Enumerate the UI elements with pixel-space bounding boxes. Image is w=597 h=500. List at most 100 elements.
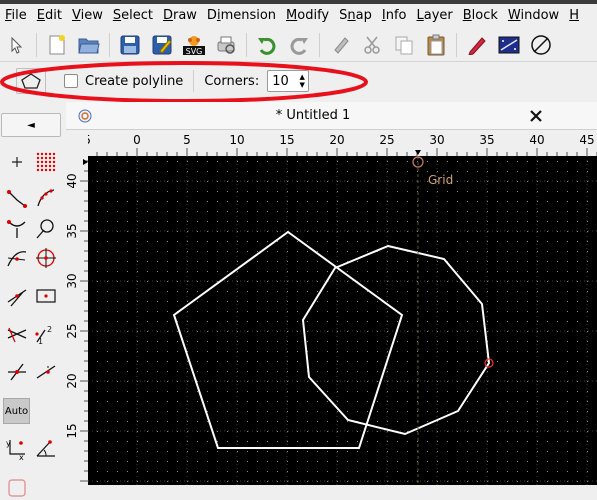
spin-up-icon[interactable]: ▲ bbox=[300, 73, 305, 81]
svg-text:x: x bbox=[19, 453, 24, 460]
arc-tool-icon[interactable] bbox=[32, 184, 60, 212]
corners-spinbox[interactable]: 10 ▲ ▼ bbox=[267, 70, 310, 92]
ruler-position-marker bbox=[415, 150, 421, 155]
copy-icon[interactable] bbox=[391, 32, 417, 58]
top-ruler: 5 0 5 10 15 20 25 30 35 40 45 bbox=[83, 130, 597, 156]
partial-tool-icon[interactable] bbox=[3, 472, 31, 500]
top-ruler-label: 40 bbox=[529, 133, 544, 147]
grid-snap-label: Grid bbox=[428, 173, 453, 187]
menu-edit[interactable]: Edit bbox=[32, 4, 67, 28]
numbered-points-tool-icon[interactable]: 21 bbox=[32, 320, 60, 348]
top-ruler-label: 20 bbox=[329, 133, 344, 147]
eraser-icon[interactable] bbox=[327, 32, 353, 58]
open-folder-icon[interactable] bbox=[76, 32, 102, 58]
svg-text:1: 1 bbox=[38, 337, 43, 346]
auto-snap-button[interactable]: Auto bbox=[3, 398, 30, 424]
grid-toggle-icon[interactable] bbox=[496, 32, 522, 58]
menu-view[interactable]: View bbox=[67, 4, 108, 28]
top-ruler-label: 25 bbox=[379, 133, 394, 147]
save-as-icon[interactable] bbox=[149, 32, 175, 58]
back-arrow-icon: ◄ bbox=[27, 119, 35, 131]
spline-tool-icon[interactable] bbox=[3, 214, 31, 242]
redo-icon[interactable] bbox=[286, 32, 312, 58]
menu-snap[interactable]: Snap bbox=[334, 4, 377, 28]
top-ruler-label: 0 bbox=[133, 133, 141, 147]
menu-info[interactable]: Info bbox=[377, 4, 412, 28]
rectangle-tool-icon[interactable] bbox=[32, 282, 60, 310]
modify-line-tool-icon[interactable] bbox=[3, 282, 31, 310]
left-ruler-label: 40 bbox=[66, 173, 79, 188]
corners-label: Corners: bbox=[204, 73, 260, 89]
left-ruler-label: 35 bbox=[66, 223, 79, 238]
toolbar-separator bbox=[109, 32, 110, 57]
top-ruler-label: 5 bbox=[88, 133, 91, 147]
left-ruler-label: 30 bbox=[66, 273, 79, 288]
new-file-icon[interactable] bbox=[44, 32, 70, 58]
toolbar-separator bbox=[456, 32, 457, 57]
menu-modify[interactable]: Modify bbox=[281, 4, 334, 28]
menu-dimension[interactable]: Dimension bbox=[202, 4, 281, 28]
menu-draw[interactable]: Draw bbox=[158, 4, 202, 28]
left-toolbar: ◄ 21 Auto yx bbox=[0, 104, 64, 497]
point-grid-tool-icon[interactable] bbox=[32, 148, 60, 176]
menu-block[interactable]: Block bbox=[458, 4, 503, 28]
point-tool-icon[interactable] bbox=[3, 148, 31, 176]
svg-text:SVG: SVG bbox=[186, 47, 203, 56]
perpendicular-tool-icon[interactable] bbox=[32, 358, 60, 386]
top-ruler-label: 5 bbox=[183, 133, 191, 147]
toolbar-separator bbox=[36, 32, 37, 57]
decagon-shape[interactable] bbox=[301, 244, 491, 436]
polar-angle-tool-icon[interactable] bbox=[32, 434, 60, 462]
menu-layer[interactable]: Layer bbox=[411, 4, 457, 28]
save-icon[interactable] bbox=[117, 32, 143, 58]
cut-icon[interactable] bbox=[359, 32, 385, 58]
tool-options-bar: Create polyline Corners: 10 ▲ ▼ bbox=[0, 63, 597, 99]
undo-icon[interactable] bbox=[254, 32, 280, 58]
menu-file[interactable]: File bbox=[0, 4, 32, 28]
document-title: * Untitled 1 bbox=[275, 108, 351, 123]
paste-icon[interactable] bbox=[423, 32, 449, 58]
circle-slash-icon[interactable] bbox=[528, 32, 554, 58]
menu-window[interactable]: Window bbox=[503, 4, 564, 28]
top-ruler-label: 10 bbox=[229, 133, 244, 147]
left-ruler-label: 20 bbox=[66, 373, 79, 388]
create-polyline-label: Create polyline bbox=[85, 73, 184, 89]
left-ruler-label: 15 bbox=[66, 423, 79, 438]
toolbar-separator bbox=[319, 32, 320, 57]
menu-h[interactable]: H bbox=[564, 4, 584, 28]
svg-export-icon[interactable]: SVG bbox=[181, 32, 207, 58]
pentagon-shape[interactable] bbox=[172, 230, 404, 449]
top-ruler-label: 15 bbox=[279, 133, 294, 147]
select-arrow-icon[interactable] bbox=[3, 32, 29, 58]
left-ruler-label: 25 bbox=[66, 323, 79, 338]
intersection-tool-icon[interactable] bbox=[3, 358, 31, 386]
top-ruler-label: 45 bbox=[579, 133, 594, 147]
line-tool-icon[interactable] bbox=[3, 184, 31, 212]
polygon-tool-icon[interactable] bbox=[16, 68, 46, 94]
svg-text:y: y bbox=[6, 439, 11, 448]
top-ruler-label: 35 bbox=[479, 133, 494, 147]
create-polyline-checkbox[interactable] bbox=[64, 74, 78, 88]
close-document-icon[interactable] bbox=[528, 108, 544, 124]
main-toolbar: SVG bbox=[0, 28, 597, 62]
menu-bar: File Edit View Select Draw Dimension Modify Sna… bbox=[0, 4, 597, 28]
pen-icon[interactable] bbox=[464, 32, 490, 58]
menu-select[interactable]: Select bbox=[108, 4, 158, 28]
svg-text:2: 2 bbox=[47, 325, 52, 334]
trim-tool-icon[interactable] bbox=[3, 320, 31, 348]
back-button[interactable]: ◄ bbox=[1, 113, 61, 137]
spinbox-arrows[interactable]: ▲ ▼ bbox=[296, 71, 308, 91]
circle-center-tool-icon[interactable] bbox=[32, 244, 60, 272]
print-preview-icon[interactable] bbox=[213, 32, 239, 58]
relative-xy-tool-icon[interactable]: yx bbox=[3, 434, 31, 462]
circle-tangent-tool-icon[interactable] bbox=[32, 214, 60, 242]
spin-down-icon[interactable]: ▼ bbox=[300, 81, 305, 89]
options-separator bbox=[193, 70, 195, 92]
left-ruler: 40 35 30 25 20 15 bbox=[65, 156, 88, 485]
drawing-canvas[interactable]: Grid bbox=[88, 156, 597, 485]
top-ruler-label: 30 bbox=[429, 133, 444, 147]
curve-tool-icon[interactable] bbox=[3, 244, 31, 272]
auto-snap-label: Auto bbox=[4, 405, 29, 417]
toolbar-separator bbox=[246, 32, 247, 57]
corners-value: 10 bbox=[272, 73, 289, 89]
